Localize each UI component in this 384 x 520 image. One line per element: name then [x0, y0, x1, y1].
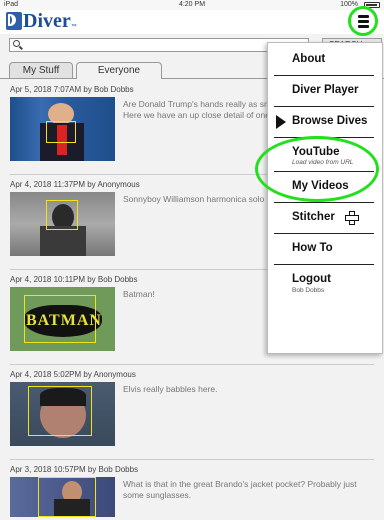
- item-meta: Apr 4, 2018 11:37PM by Anonymous: [10, 180, 140, 189]
- menu-item-about[interactable]: About: [268, 45, 382, 76]
- item-meta: Apr 3, 2018 10:57PM by Bob Dobbs: [10, 465, 139, 474]
- item-meta: Apr 5, 2018 7:07AM by Bob Dobbs: [10, 85, 134, 94]
- feed-item[interactable]: Apr 4, 2018 5:02PM by Anonymous Elvis re…: [0, 365, 384, 460]
- menu-item-stitcher[interactable]: Stitcher: [268, 203, 382, 234]
- selection-box: [46, 200, 78, 230]
- selection-box: [38, 477, 96, 517]
- menu-item-label: Diver Player: [292, 84, 359, 96]
- item-description: Elvis really babbles here.: [123, 384, 218, 394]
- tab-my-stuff[interactable]: My Stuff: [9, 62, 73, 78]
- status-bar: iPad 4:20 PM 100%: [0, 0, 384, 10]
- menu-bar-icon: [358, 20, 369, 23]
- menu-item-label: About: [292, 53, 326, 65]
- status-time: 4:20 PM: [178, 1, 206, 8]
- video-thumbnail[interactable]: BATMAN: [10, 287, 115, 351]
- menu-item-browse-dives[interactable]: Browse Dives: [268, 107, 382, 138]
- search-icon: [13, 40, 20, 47]
- item-meta: Apr 4, 2018 5:02PM by Anonymous: [10, 370, 136, 379]
- feed-item[interactable]: Apr 3, 2018 10:57PM by Bob Dobbs What is…: [0, 460, 384, 520]
- tab-everyone[interactable]: Everyone: [76, 62, 162, 79]
- video-thumbnail[interactable]: [10, 382, 115, 446]
- highlight-oval: [255, 136, 379, 202]
- menu-bar-icon: [358, 15, 369, 18]
- search-input[interactable]: [9, 38, 309, 52]
- diver-logo[interactable]: Diver ™: [6, 10, 77, 32]
- menu-item-how-to[interactable]: How To: [268, 234, 382, 265]
- item-description: What is that in the great Brando's jacke…: [123, 479, 357, 500]
- video-thumbnail[interactable]: [10, 97, 115, 161]
- app-header: Diver ™: [0, 10, 384, 34]
- current-page-arrow-icon: [276, 115, 286, 129]
- selection-box: [28, 386, 92, 436]
- menu-item-logout[interactable]: Logout Bob Dobbs: [268, 265, 382, 299]
- menu-item-label: Stitcher: [292, 211, 335, 223]
- menu-item-label: Logout: [292, 273, 331, 285]
- menu-item-label: Browse Dives: [292, 115, 368, 127]
- selection-box: [46, 121, 76, 143]
- menu-item-diver-player[interactable]: Diver Player: [268, 76, 382, 107]
- diver-logo-icon: [6, 12, 22, 30]
- trademark-mark: ™: [70, 24, 77, 30]
- menu-bar-icon: [358, 25, 369, 28]
- item-meta: Apr 4, 2018 10:11PM by Bob Dobbs: [10, 275, 138, 284]
- video-thumbnail[interactable]: [10, 192, 115, 256]
- logged-in-user: Bob Dobbs: [292, 287, 325, 294]
- hamburger-menu-button[interactable]: [348, 6, 378, 36]
- logo-text: Diver: [23, 10, 71, 32]
- plus-icon: [345, 211, 359, 225]
- menu-item-label: How To: [292, 242, 333, 254]
- video-thumbnail[interactable]: [10, 477, 115, 517]
- selection-box: [24, 295, 96, 343]
